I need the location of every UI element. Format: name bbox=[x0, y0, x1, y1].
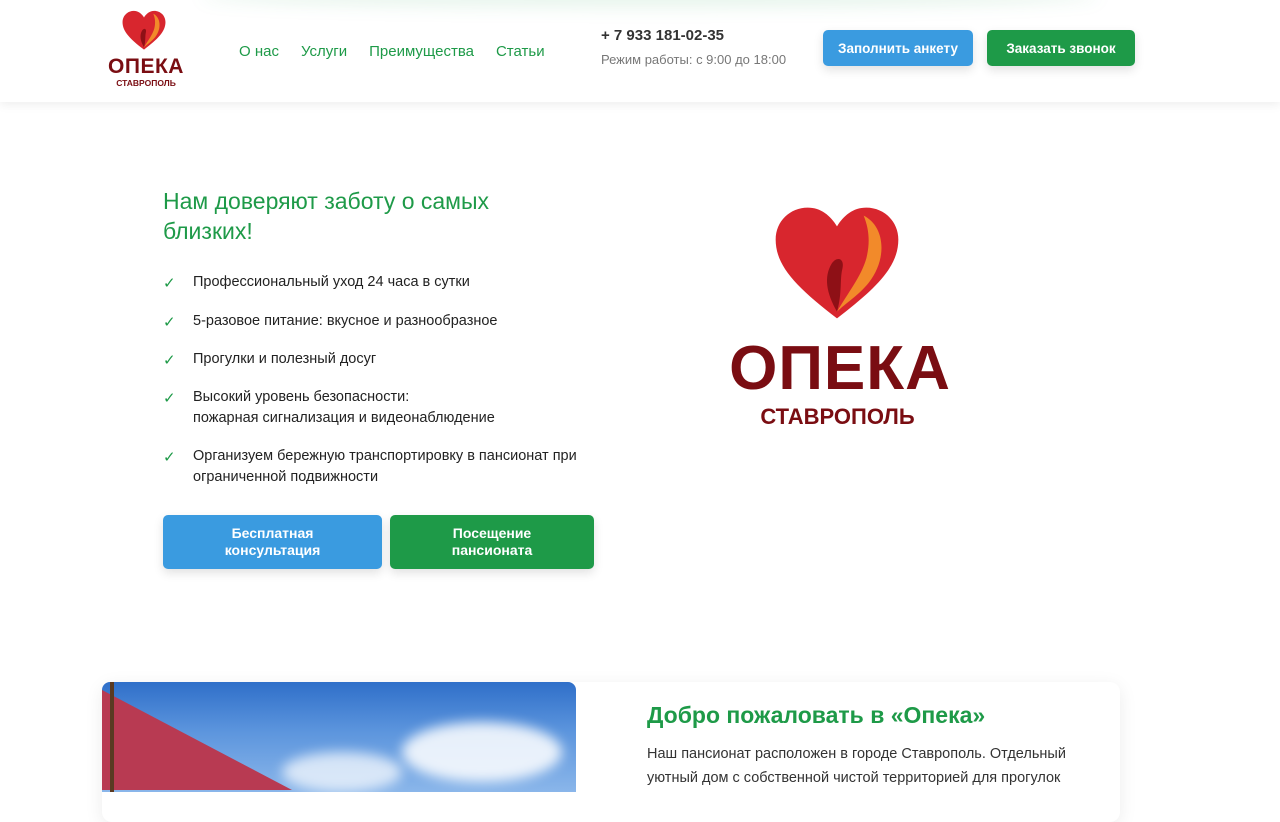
feature-item: ✓ 5-разовое питание: вкусное и разнообраз… bbox=[163, 313, 498, 331]
header-glow bbox=[200, 0, 1100, 8]
hero-logo-title: ОПЕКА bbox=[729, 334, 951, 403]
feature-list: ✓ Профессиональный уход 24 часа в сутки ✓… bbox=[163, 272, 603, 488]
main-nav: О нас Услуги Преимущества Статьи bbox=[239, 43, 567, 61]
fill-form-button[interactable]: Заполнить анкету bbox=[823, 30, 973, 66]
free-consultation-button[interactable]: Бесплатная консультация bbox=[163, 515, 382, 569]
feature-item: ✓ Прогулки и полезный досуг bbox=[163, 351, 377, 369]
roof-shape bbox=[102, 690, 292, 790]
header-logo-title: ОПЕКА bbox=[108, 55, 184, 78]
cloud-shape bbox=[402, 722, 562, 782]
welcome-title: Добро пожаловать в «Опека» bbox=[647, 702, 986, 728]
header-logo[interactable]: ОПЕКА СТАВРОПОЛЬ bbox=[104, 8, 186, 88]
nav-item-services[interactable]: Услуги bbox=[301, 43, 347, 61]
site-header: ОПЕКА СТАВРОПОЛЬ О нас Услуги Преимущест… bbox=[0, 0, 1280, 102]
check-icon: ✓ bbox=[163, 275, 176, 292]
check-icon: ✓ bbox=[163, 390, 176, 407]
check-icon: ✓ bbox=[163, 449, 176, 466]
nav-item-articles[interactable]: Статьи bbox=[496, 43, 545, 61]
hero-logo: ОПЕКА СТАВРОПОЛЬ bbox=[715, 200, 965, 440]
feature-item: ✓ Профессиональный уход 24 часа в сутки bbox=[163, 274, 470, 292]
visit-pension-button[interactable]: Посещение пансионата bbox=[390, 515, 594, 569]
nav-item-about[interactable]: О нас bbox=[239, 43, 279, 61]
feature-item: ✓ Высокий уровень безопасности: пожарная … bbox=[163, 389, 495, 426]
hero-title: Нам доверяют заботу о самых близких! bbox=[163, 188, 490, 244]
header-logo-subtitle: СТАВРОПОЛЬ bbox=[116, 78, 176, 88]
check-icon: ✓ bbox=[163, 314, 176, 331]
order-call-button[interactable]: Заказать звонок bbox=[987, 30, 1135, 66]
check-icon: ✓ bbox=[163, 352, 176, 369]
nav-item-advantages[interactable]: Преимущества bbox=[369, 43, 474, 61]
heart-hands-icon bbox=[122, 10, 166, 50]
pole-shape bbox=[110, 682, 114, 792]
cloud-shape bbox=[282, 752, 402, 792]
heart-hands-icon bbox=[775, 207, 899, 319]
phone-number[interactable]: + 7 933 181-02-35 bbox=[601, 27, 724, 44]
hero-logo-subtitle: СТАВРОПОЛЬ bbox=[760, 404, 915, 429]
feature-item: ✓ Организуем бережную транспортировку в п… bbox=[163, 448, 577, 485]
working-hours: Режим работы: с 9:00 до 18:00 bbox=[601, 52, 787, 67]
pension-building-photo bbox=[102, 682, 576, 792]
